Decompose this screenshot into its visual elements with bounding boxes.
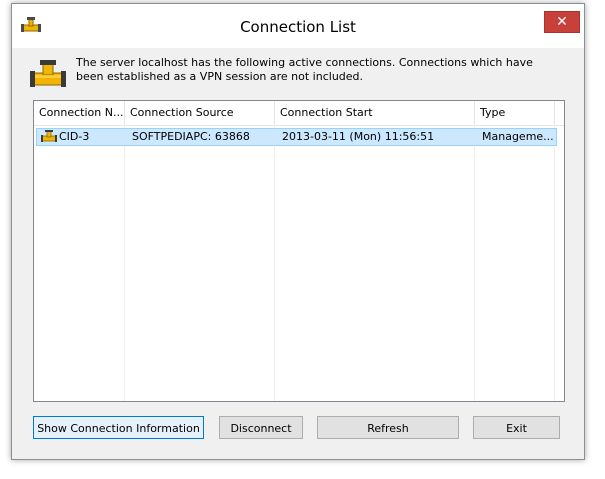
column-divider xyxy=(274,125,275,401)
show-connection-information-button[interactable]: Show Connection Information xyxy=(33,416,204,439)
close-button[interactable]: ✕ xyxy=(544,11,580,33)
pipe-connection-icon xyxy=(30,60,66,87)
cell-connection-name: CID-3 xyxy=(59,130,90,143)
cell-connection-start: 2013-03-11 (Mon) 11:56:51 xyxy=(282,130,435,143)
table-header: Connection N... Connection Source Connec… xyxy=(34,101,564,126)
column-header-connection-source[interactable]: Connection Source xyxy=(125,101,275,125)
connection-list-table[interactable]: Connection N... Connection Source Connec… xyxy=(33,100,565,402)
info-message: The server localhost has the following a… xyxy=(76,56,533,83)
refresh-button[interactable]: Refresh xyxy=(317,416,459,439)
column-divider xyxy=(554,125,555,401)
connection-list-window: Connection List ✕ The server localhost h… xyxy=(11,3,585,460)
column-divider xyxy=(124,125,125,401)
cell-type: Manageme... xyxy=(482,130,554,143)
cell-connection-source: SOFTPEDIAPC: 63868 xyxy=(132,130,250,143)
window-title: Connection List xyxy=(240,18,356,36)
column-divider xyxy=(474,125,475,401)
column-header-connection-name[interactable]: Connection N... xyxy=(34,101,125,125)
disconnect-button[interactable]: Disconnect xyxy=(219,416,303,439)
column-header-connection-start[interactable]: Connection Start xyxy=(275,101,475,125)
table-row[interactable]: CID-3 SOFTPEDIAPC: 63868 2013-03-11 (Mon… xyxy=(36,128,557,146)
pipe-connection-icon xyxy=(41,130,57,142)
title-bar[interactable]: Connection List ✕ xyxy=(12,4,584,48)
column-header-type[interactable]: Type xyxy=(475,101,555,125)
exit-button[interactable]: Exit xyxy=(473,416,560,439)
